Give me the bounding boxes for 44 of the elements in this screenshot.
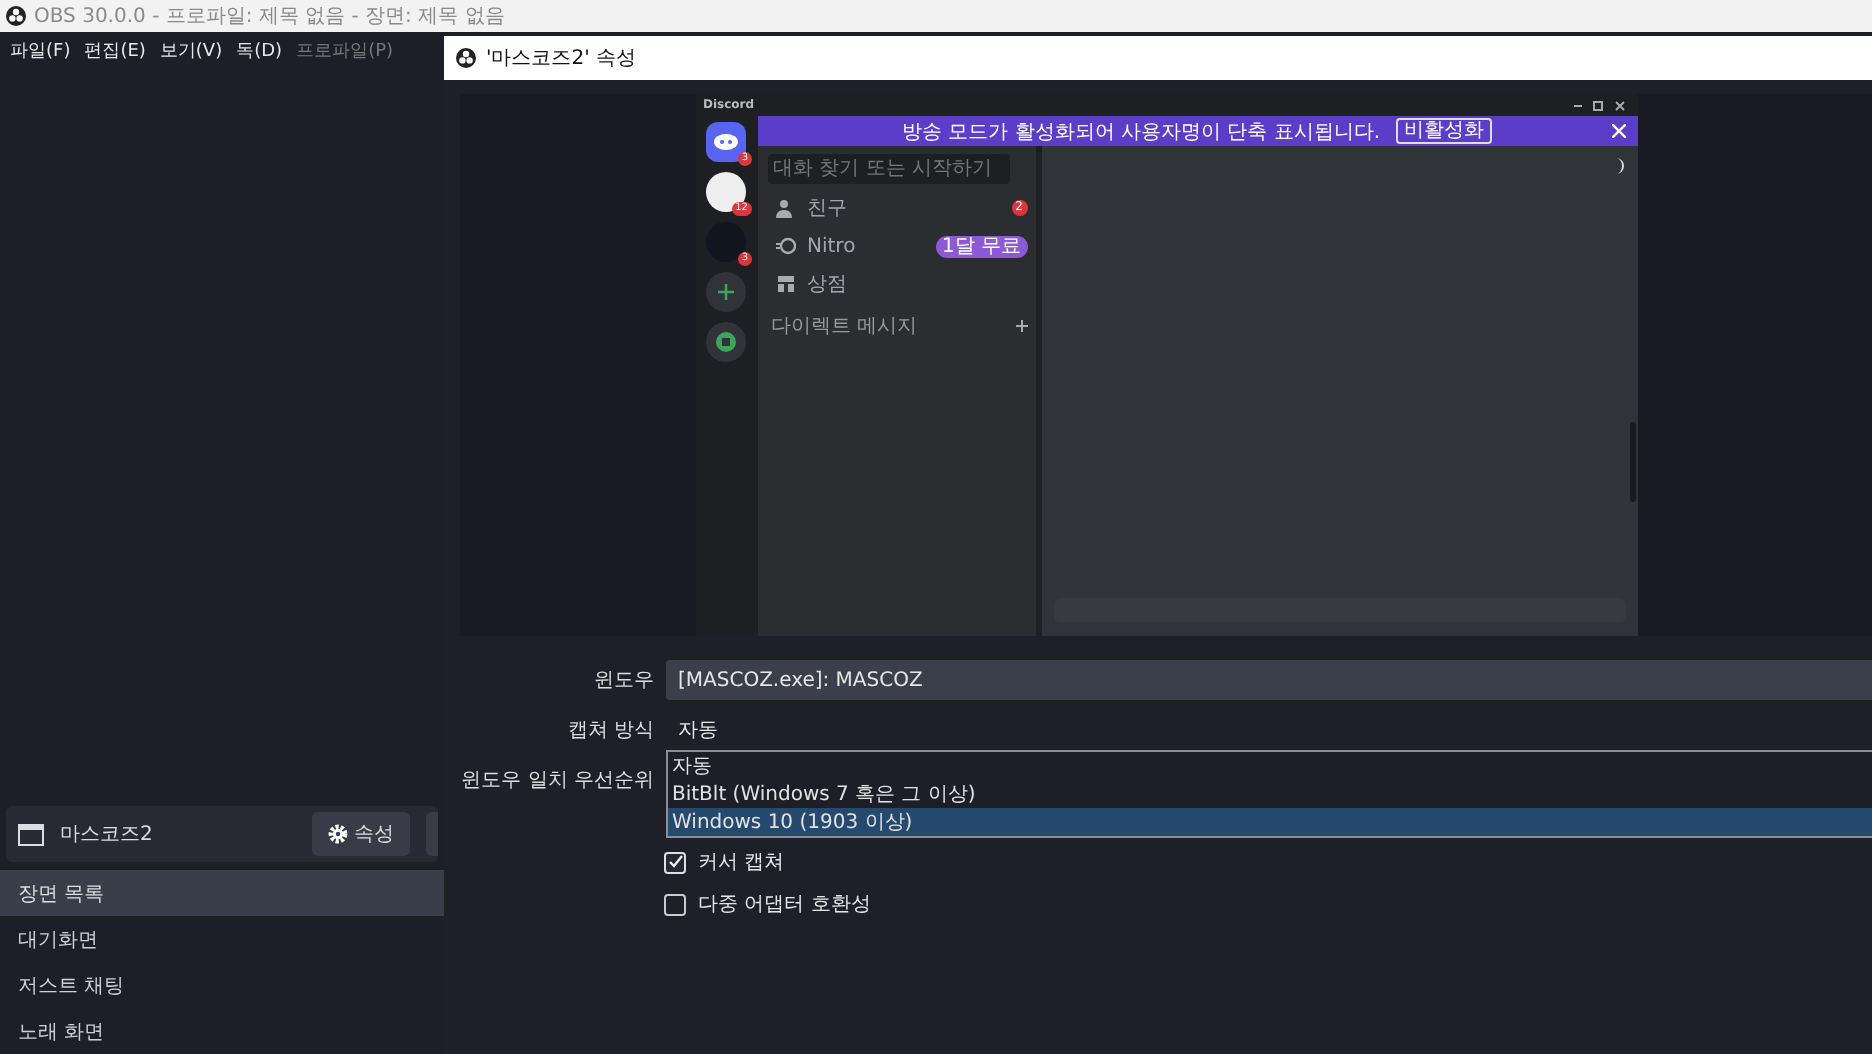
plus-icon[interactable] bbox=[1015, 320, 1027, 332]
gear-icon bbox=[328, 824, 348, 844]
window-field[interactable]: [MASCOZ.exe]: MASCOZ bbox=[666, 660, 1872, 700]
search-field[interactable]: 대화 찾기 또는 시작하기 bbox=[767, 154, 1009, 184]
scene-item[interactable]: 대기화면 bbox=[0, 916, 444, 962]
dialog-title: '마스코즈2' 속성 bbox=[486, 46, 637, 72]
close-icon[interactable] bbox=[1611, 124, 1625, 138]
dropdown-option[interactable]: 자동 bbox=[668, 752, 1872, 780]
menu-item[interactable]: 파일(F) bbox=[10, 37, 71, 63]
disable-button[interactable]: 비활성화 bbox=[1396, 118, 1493, 144]
obs-logo-icon bbox=[6, 6, 26, 26]
field-label: 윈도우 bbox=[592, 668, 656, 694]
nav-item[interactable]: Nitro bbox=[807, 235, 924, 257]
nitro-icon bbox=[775, 236, 795, 256]
add-server-button[interactable] bbox=[706, 272, 746, 312]
menu-item[interactable]: 보기(V) bbox=[159, 37, 223, 63]
checkbox-label: 다중 어댑터 호환성 bbox=[698, 892, 871, 918]
moon-icon bbox=[1613, 158, 1625, 174]
source-name: 마스코즈2 bbox=[60, 822, 155, 848]
dropdown-option[interactable]: BitBlt (Windows 7 혹은 그 이상) bbox=[668, 780, 1872, 808]
nav-item[interactable]: 상점 bbox=[807, 270, 1027, 298]
obs-logo-icon bbox=[456, 48, 476, 68]
scene-item[interactable]: 노래 화면 bbox=[0, 1008, 444, 1054]
panel-header: 장면 목록 bbox=[0, 870, 444, 916]
banner-text: 방송 모드가 활성화되어 사용자명이 단축 표시됩니다. bbox=[901, 119, 1381, 145]
person-icon bbox=[775, 198, 795, 218]
field-label: 윈도우 일치 우선순위 bbox=[459, 768, 656, 794]
field-label: 캡쳐 방식 bbox=[565, 718, 656, 744]
window-icon bbox=[18, 823, 44, 845]
promo-tag: 1달 무료 bbox=[935, 235, 1027, 257]
app-title: OBS 30.0.0 - 프로파일: 제목 없음 - 장면: 제목 없음 bbox=[34, 4, 505, 30]
checkbox[interactable] bbox=[664, 851, 686, 873]
checkbox[interactable] bbox=[664, 893, 686, 915]
dropdown-option[interactable]: Windows 10 (1903 이상) bbox=[668, 808, 1872, 836]
section-header: 다이렉트 메시지 bbox=[771, 314, 920, 340]
shop-icon bbox=[775, 274, 795, 294]
explore-button[interactable] bbox=[706, 322, 746, 362]
checkbox-label: 커서 캡쳐 bbox=[698, 850, 785, 876]
scene-item[interactable]: 저스트 채팅 bbox=[0, 962, 444, 1008]
nav-item[interactable]: 친구 bbox=[807, 194, 1000, 222]
menu-item[interactable]: 편집(E) bbox=[84, 37, 146, 63]
menu-item[interactable]: 독(D) bbox=[236, 37, 283, 63]
window-controls-icon bbox=[1569, 99, 1629, 111]
properties-button[interactable]: 속성 bbox=[312, 812, 410, 856]
